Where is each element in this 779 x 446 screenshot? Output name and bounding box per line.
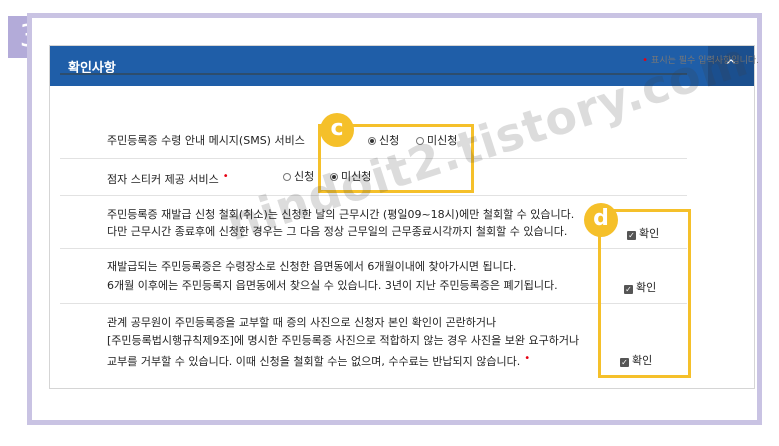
reissue-cancel-line2: 다만 근무시간 종료후에 신청한 경우는 그 다음 정상 근무일의 근무종료시각… <box>107 225 568 238</box>
required-dot-icon: • <box>222 171 229 182</box>
braille-radio-apply[interactable]: 신청 <box>283 169 314 184</box>
row-divider <box>60 195 687 196</box>
photo-line1: 관계 공무원이 주민등록증을 교부할 때 증의 사진으로 신청자 본인 확인이 … <box>107 316 497 329</box>
photo-line3: 교부를 거부할 수 있습니다. 이때 신청을 철회할 수는 없으며, 수수료는 … <box>107 351 533 369</box>
panel-header[interactable]: 확인사항 ^ <box>50 46 754 86</box>
reissue-cancel-line1: 주민등록증 재발급 신청 철회(취소)는 신청한 날의 근무시간 (평일09~1… <box>107 208 575 221</box>
photo-line2: [주민등록법시행규칙제9조]에 명시한 주민등록증 사진으로 적합하지 않는 경… <box>107 334 580 347</box>
pickup-line2: 6개월 이후에는 주민등록지 읍면동에서 찾으실 수 있습니다. 3년이 지난 … <box>107 279 558 292</box>
row-divider <box>60 248 687 249</box>
annotation-c-badge: c <box>320 113 354 147</box>
braille-radio-apply-label: 신청 <box>294 170 315 183</box>
required-fields-note: • 표시는 필수 입력사항입니다. <box>642 53 759 66</box>
photo-line3-text: 교부를 거부할 수 있습니다. 이때 신청을 철회할 수는 없으며, 수수료는 … <box>107 355 521 368</box>
braille-service-label: 점자 스티커 제공 서비스 • <box>107 169 232 187</box>
required-dot-icon: • <box>524 353 531 364</box>
radio-empty-icon <box>283 173 291 181</box>
table-top-rule <box>60 73 687 75</box>
required-note-text: 표시는 필수 입력사항입니다. <box>651 56 759 66</box>
braille-service-label-text: 점자 스티커 제공 서비스 <box>107 173 219 186</box>
sms-service-label: 주민등록증 수령 안내 메시지(SMS) 서비스 <box>107 134 305 147</box>
annotation-d-badge: d <box>584 203 618 237</box>
pickup-line1: 재발급되는 주민등록증은 수령장소로 신청한 읍면동에서 6개월이내에 찾아가시… <box>107 260 517 273</box>
annotation-d-highlight <box>598 209 691 378</box>
required-dot-icon: • <box>642 55 649 66</box>
row-divider <box>60 303 687 304</box>
collapse-button[interactable]: ^ <box>708 46 754 86</box>
